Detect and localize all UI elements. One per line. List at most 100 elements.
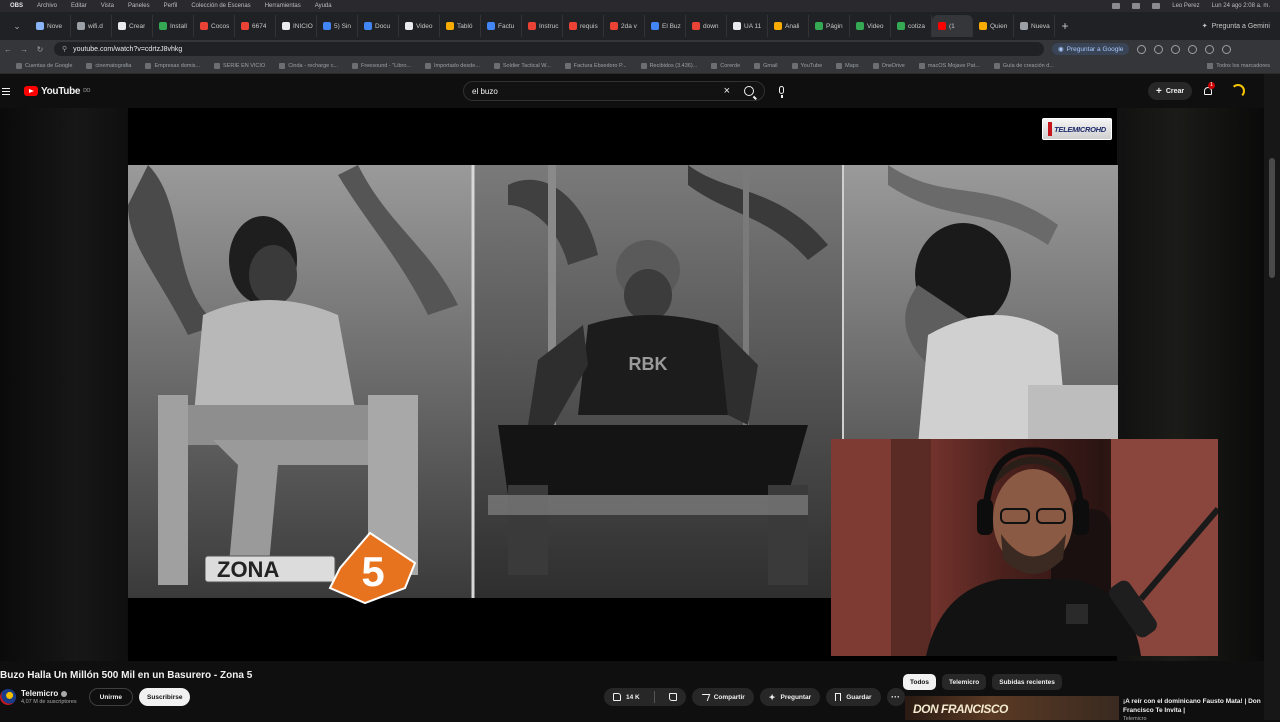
- tab-search-chevron-icon[interactable]: ⌄: [4, 12, 30, 40]
- bookmark-item[interactable]: Cuentas de Google: [16, 62, 72, 69]
- account-avatar[interactable]: [1231, 84, 1245, 98]
- filter-chip[interactable]: Todos: [903, 674, 937, 690]
- browser-tab[interactable]: Nove: [30, 15, 71, 37]
- browser-tab[interactable]: Install: [153, 15, 194, 37]
- filter-chip[interactable]: Telemicro: [942, 674, 987, 690]
- subscribe-button[interactable]: Suscribirse: [139, 688, 191, 706]
- bookmark-item[interactable]: OneDrive: [872, 62, 905, 69]
- browser-tab[interactable]: Video: [399, 15, 440, 37]
- browser-tab[interactable]: UA 11: [727, 15, 768, 37]
- os-status-icon[interactable]: [1112, 3, 1121, 9]
- share-button[interactable]: Compartir: [691, 688, 754, 706]
- bookmark-item[interactable]: YouTube: [791, 62, 822, 69]
- browser-tab[interactable]: Factu: [481, 15, 522, 37]
- like-button[interactable]: 14 K: [604, 688, 649, 706]
- os-user[interactable]: Leo Perez: [1172, 3, 1199, 9]
- browser-tab[interactable]: requis: [563, 15, 604, 37]
- bookmark-item[interactable]: macOS Mojave Pat...: [918, 62, 980, 69]
- back-arrow-icon[interactable]: ←: [0, 45, 16, 54]
- bookmark-item[interactable]: SERIE EN VICIO: [214, 62, 265, 69]
- filter-chip[interactable]: Subidas recientes: [992, 674, 1062, 690]
- browser-tab[interactable]: Quien: [973, 15, 1014, 37]
- os-menu-item[interactable]: Herramientas: [265, 3, 301, 9]
- bookmark-star-icon[interactable]: [1171, 44, 1181, 54]
- eye-off-icon[interactable]: [1154, 44, 1164, 54]
- tab-label: Docu: [375, 22, 391, 30]
- video-player[interactable]: RBK ZONA 5 TELEMICROHD: [0, 108, 1264, 661]
- clear-search-icon[interactable]: ×: [724, 85, 730, 97]
- forward-arrow-icon[interactable]: →: [16, 45, 32, 54]
- search-icon[interactable]: [744, 86, 754, 96]
- tab-favicon-icon: [282, 22, 290, 30]
- browser-tab[interactable]: Docu: [358, 15, 399, 37]
- ask-button[interactable]: ✦ Preguntar: [759, 688, 821, 706]
- bookmark-item[interactable]: Importado desde...: [425, 62, 480, 69]
- bookmark-item[interactable]: Freesound - "Libro...: [352, 62, 411, 69]
- address-bar[interactable]: ⚲ youtube.com/watch?v=cdrtzJ8vhkg: [54, 42, 1044, 56]
- sidebar-icon[interactable]: [1188, 44, 1198, 54]
- dislike-button[interactable]: [660, 688, 686, 706]
- reload-icon[interactable]: ↻: [32, 45, 48, 54]
- browser-tab[interactable]: 2da v: [604, 15, 645, 37]
- save-button[interactable]: Guardar: [826, 688, 881, 706]
- all-bookmarks-button[interactable]: Todos los marcadores: [1207, 62, 1280, 69]
- scrollbar-thumb[interactable]: [1269, 158, 1275, 278]
- channel-avatar[interactable]: [0, 689, 16, 705]
- page-scrollbar[interactable]: [1264, 74, 1280, 720]
- browser-tab[interactable]: Video: [850, 15, 891, 37]
- browser-tab[interactable]: INICIO: [276, 15, 317, 37]
- os-menu-item[interactable]: Vista: [101, 3, 114, 9]
- site-info-icon[interactable]: ⚲: [62, 45, 67, 53]
- recommendation-thumbnail[interactable]: DON FRANCISCO: [905, 696, 1119, 720]
- bookmark-item[interactable]: Soldier Tactical W...: [493, 62, 551, 69]
- os-menu-item[interactable]: Ayuda: [315, 3, 332, 9]
- voice-search-mic-icon[interactable]: [774, 84, 790, 100]
- lens-icon: ◉: [1058, 46, 1064, 53]
- recommendation-title[interactable]: ¡A reír con el dominicano Fausto Mata! |…: [1123, 697, 1263, 715]
- browser-tab[interactable]: Crear: [112, 15, 153, 37]
- bookmark-item[interactable]: Guía de creación d...: [993, 62, 1054, 69]
- browser-tab[interactable]: El Buz: [645, 15, 686, 37]
- ask-google-button[interactable]: ◉ Preguntar a Google: [1052, 43, 1130, 55]
- browser-tab[interactable]: wifi.d: [71, 15, 112, 37]
- browser-tab[interactable]: Instruc: [522, 15, 563, 37]
- os-app-name[interactable]: OBS: [10, 3, 23, 9]
- hamburger-menu-icon[interactable]: [2, 87, 16, 95]
- os-status-icon[interactable]: [1152, 3, 1161, 9]
- bookmark-item[interactable]: Factura Ebsedoro P...: [564, 62, 627, 69]
- extension-icon[interactable]: [1137, 44, 1147, 54]
- browser-tab[interactable]: 5) Sin: [317, 15, 358, 37]
- youtube-logo[interactable]: YouTube DO: [24, 86, 90, 97]
- browser-tab[interactable]: Cocos: [194, 15, 235, 37]
- join-button[interactable]: Unirme: [88, 688, 134, 706]
- create-button[interactable]: + Crear: [1148, 82, 1193, 100]
- bookmark-item[interactable]: Cinda - recharge c...: [279, 62, 338, 69]
- browser-tab[interactable]: Nueva: [1014, 15, 1055, 37]
- browser-tab[interactable]: 6674: [235, 15, 276, 37]
- bookmark-item[interactable]: Corerde: [711, 62, 740, 69]
- gemini-button[interactable]: ✦ Pregunta a Gemini: [1202, 22, 1280, 31]
- browser-tab[interactable]: Págin: [809, 15, 850, 37]
- channel-name-link[interactable]: Telemicro: [21, 689, 77, 698]
- more-actions-button[interactable]: ···: [886, 688, 905, 706]
- bookmark-item[interactable]: Gmail: [754, 62, 778, 69]
- browser-tab[interactable]: Anali: [768, 15, 809, 37]
- os-menu-item[interactable]: Paneles: [128, 3, 150, 9]
- os-menu-item[interactable]: Colección de Escenas: [191, 3, 250, 9]
- menu-dots-icon[interactable]: [1222, 44, 1232, 54]
- new-tab-button[interactable]: +: [1055, 19, 1075, 33]
- os-menu-item[interactable]: Perfil: [164, 3, 178, 9]
- os-menu-item[interactable]: Archivo: [37, 3, 57, 9]
- bookmark-item[interactable]: cinematografia: [86, 62, 131, 69]
- bookmark-item[interactable]: Maps: [836, 62, 859, 69]
- browser-tab[interactable]: cotiza: [891, 15, 932, 37]
- browser-tab[interactable]: down: [686, 15, 727, 37]
- os-status-icon[interactable]: [1132, 3, 1141, 9]
- browser-tab[interactable]: (1: [932, 15, 973, 37]
- search-input[interactable]: [472, 86, 712, 96]
- os-menu-item[interactable]: Editar: [71, 3, 87, 9]
- profile-icon[interactable]: [1205, 44, 1215, 54]
- bookmark-item[interactable]: Recibidos (3.436)...: [640, 62, 697, 69]
- bookmark-item[interactable]: Empresas domis...: [145, 62, 200, 69]
- browser-tab[interactable]: Tabló: [440, 15, 481, 37]
